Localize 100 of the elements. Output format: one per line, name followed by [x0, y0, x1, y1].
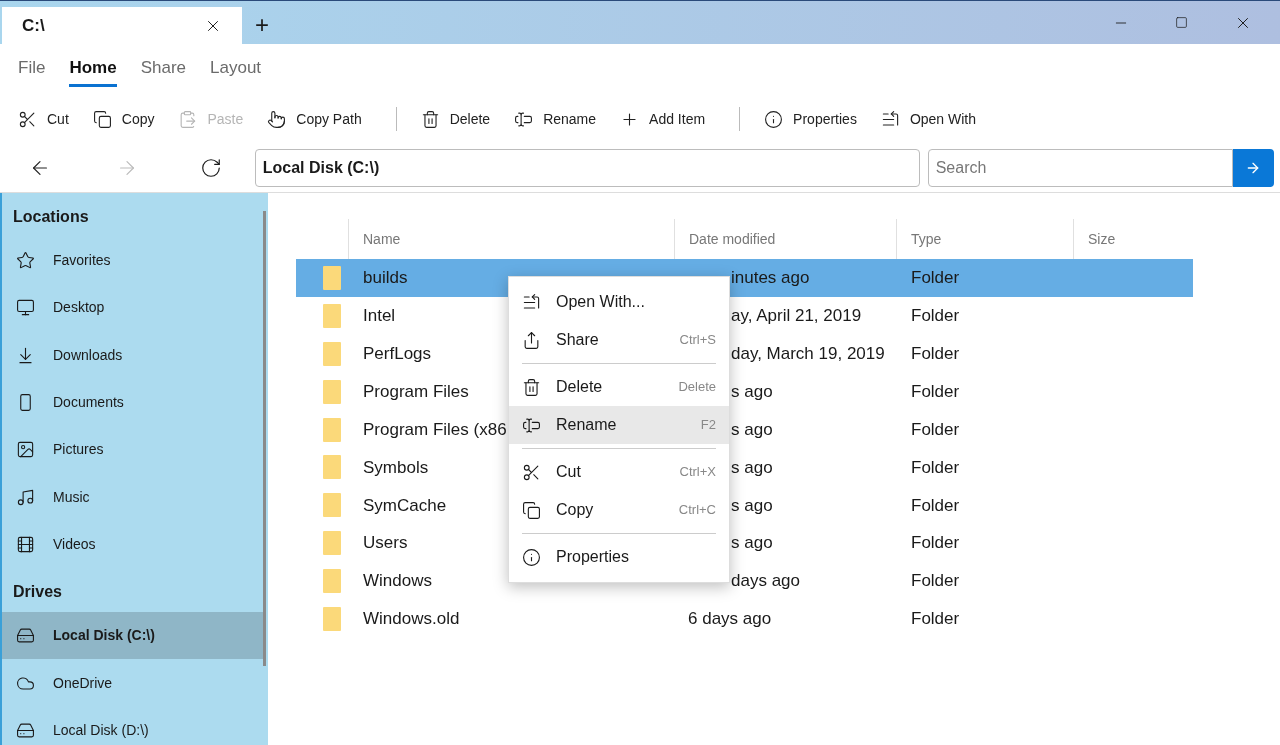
folder-icon — [323, 379, 341, 404]
file-type: Folder — [911, 495, 960, 515]
file-type: Folder — [911, 571, 960, 591]
file-type: Folder — [911, 381, 960, 401]
toolbar-button[interactable]: Copy — [86, 101, 161, 137]
file-name: Intel — [363, 306, 396, 326]
file-name: Program Files (x86 — [363, 419, 507, 439]
toolbar-button[interactable]: Open With — [874, 101, 983, 137]
menu-label: Delete — [556, 377, 604, 397]
sidebar-item[interactable]: Documents — [2, 378, 263, 427]
date-modified: s ago — [731, 495, 773, 515]
date-modified: s ago — [731, 381, 773, 401]
music-note-icon — [16, 487, 35, 507]
folder-icon — [323, 606, 341, 631]
toolbar-button[interactable]: Copy Path — [261, 101, 368, 137]
file-name: Windows — [363, 571, 432, 591]
sidebar-item[interactable]: Local Disk (C:\) — [2, 612, 263, 660]
menu-label: Open With... — [556, 292, 646, 312]
menu-item[interactable]: Properties — [509, 538, 729, 576]
list-icon — [522, 292, 541, 312]
ribbon-tab[interactable]: Share — [140, 50, 186, 88]
list-icon — [880, 109, 900, 129]
file-type: Folder — [911, 533, 960, 553]
folder-icon — [323, 341, 341, 366]
file-name: Symbols — [363, 457, 429, 477]
folder-icon — [323, 265, 341, 290]
search-field[interactable]: Search — [927, 149, 1233, 187]
date-modified: days ago — [731, 571, 800, 591]
sidebar-item[interactable]: Music — [2, 473, 263, 521]
sidebar-item[interactable]: Desktop — [2, 284, 263, 332]
trash-icon — [522, 377, 541, 397]
ribbon-tab[interactable]: Layout — [210, 50, 262, 88]
hand-pointer-icon — [267, 109, 287, 129]
menu-item[interactable]: Share Ctrl+S — [509, 321, 729, 359]
date-modified: day, March 19, 2019 — [731, 343, 885, 363]
toolbar-button[interactable]: Cut — [12, 101, 75, 137]
ribbon-tab[interactable]: File — [18, 50, 46, 88]
address-field[interactable]: Local Disk (C:\) — [254, 149, 920, 187]
date-modified: s ago — [731, 457, 773, 477]
shortcut-text: Ctrl+C — [678, 501, 716, 520]
menu-item[interactable]: Open With... — [509, 283, 729, 321]
date-modified: s ago — [731, 419, 773, 439]
new-tab-button[interactable]: + — [242, 5, 282, 44]
shortcut-text: Ctrl+X — [679, 463, 716, 482]
shortcut-text: Ctrl+S — [679, 331, 716, 350]
menu-label: Cut — [556, 462, 582, 482]
scissors-icon — [522, 462, 541, 482]
file-type: Folder — [911, 268, 960, 288]
date-modified: ay, April 21, 2019 — [731, 306, 862, 326]
file-type: Folder — [911, 343, 960, 363]
folder-icon — [323, 569, 341, 594]
download-icon — [16, 345, 35, 365]
menu-item[interactable]: Cut Ctrl+X — [509, 453, 729, 491]
folder-icon — [323, 455, 341, 480]
menu-item[interactable]: Delete Delete — [509, 368, 729, 406]
sidebar-item[interactable]: OneDrive — [2, 659, 263, 707]
trash-icon — [420, 109, 440, 129]
ribbon-tab[interactable]: Home — [69, 50, 117, 88]
file-name: builds — [363, 268, 408, 288]
section-heading: Locations — [12, 207, 90, 227]
info-icon — [764, 109, 784, 129]
paste-icon — [178, 109, 198, 129]
scrollbar[interactable] — [263, 211, 266, 666]
menu-item[interactable]: Rename F2 — [509, 406, 729, 444]
menu-label: Copy — [556, 500, 595, 520]
tab-title: C:\ — [22, 14, 45, 37]
shortcut-text: F2 — [700, 416, 716, 435]
sidebar-item[interactable]: Favorites — [2, 237, 263, 285]
file-type: Folder — [911, 457, 960, 477]
date-modified: s ago — [731, 533, 773, 553]
sidebar-item[interactable]: Local Disk (D:\) — [2, 706, 263, 745]
copy-icon — [522, 500, 541, 520]
sidebar-item[interactable]: Downloads — [2, 331, 263, 379]
file-type: Folder — [911, 609, 960, 629]
file-name: Windows.old — [363, 609, 460, 629]
menu-label: Rename — [556, 415, 618, 435]
file-type: Folder — [911, 419, 960, 439]
scissors-icon — [18, 109, 37, 129]
toolbar-button[interactable]: Properties — [758, 101, 863, 137]
search-button[interactable] — [1233, 149, 1274, 187]
maximize-icon[interactable] — [1175, 16, 1188, 29]
file-name: Users — [363, 533, 408, 553]
image-icon — [16, 440, 35, 460]
file-name: PerfLogs — [363, 343, 432, 363]
toolbar-button[interactable]: Add Item — [614, 101, 712, 137]
star-icon — [16, 251, 35, 271]
file-name: SymCache — [363, 495, 447, 515]
folder-icon — [323, 303, 341, 328]
menu-label: Share — [556, 330, 600, 350]
toolbar-button[interactable]: Rename — [508, 101, 603, 137]
monitor-icon — [16, 298, 35, 318]
toolbar-button[interactable]: Delete — [414, 101, 497, 137]
menu-item[interactable]: Copy Ctrl+C — [509, 491, 729, 529]
film-icon — [16, 534, 35, 554]
shortcut-text: Delete — [678, 378, 716, 397]
sidebar-item[interactable]: Videos — [2, 520, 263, 569]
tab[interactable]: C:\ — [2, 7, 242, 44]
sidebar-item[interactable]: Pictures — [2, 426, 263, 474]
folder-icon — [323, 493, 341, 518]
folder-icon — [323, 417, 341, 442]
